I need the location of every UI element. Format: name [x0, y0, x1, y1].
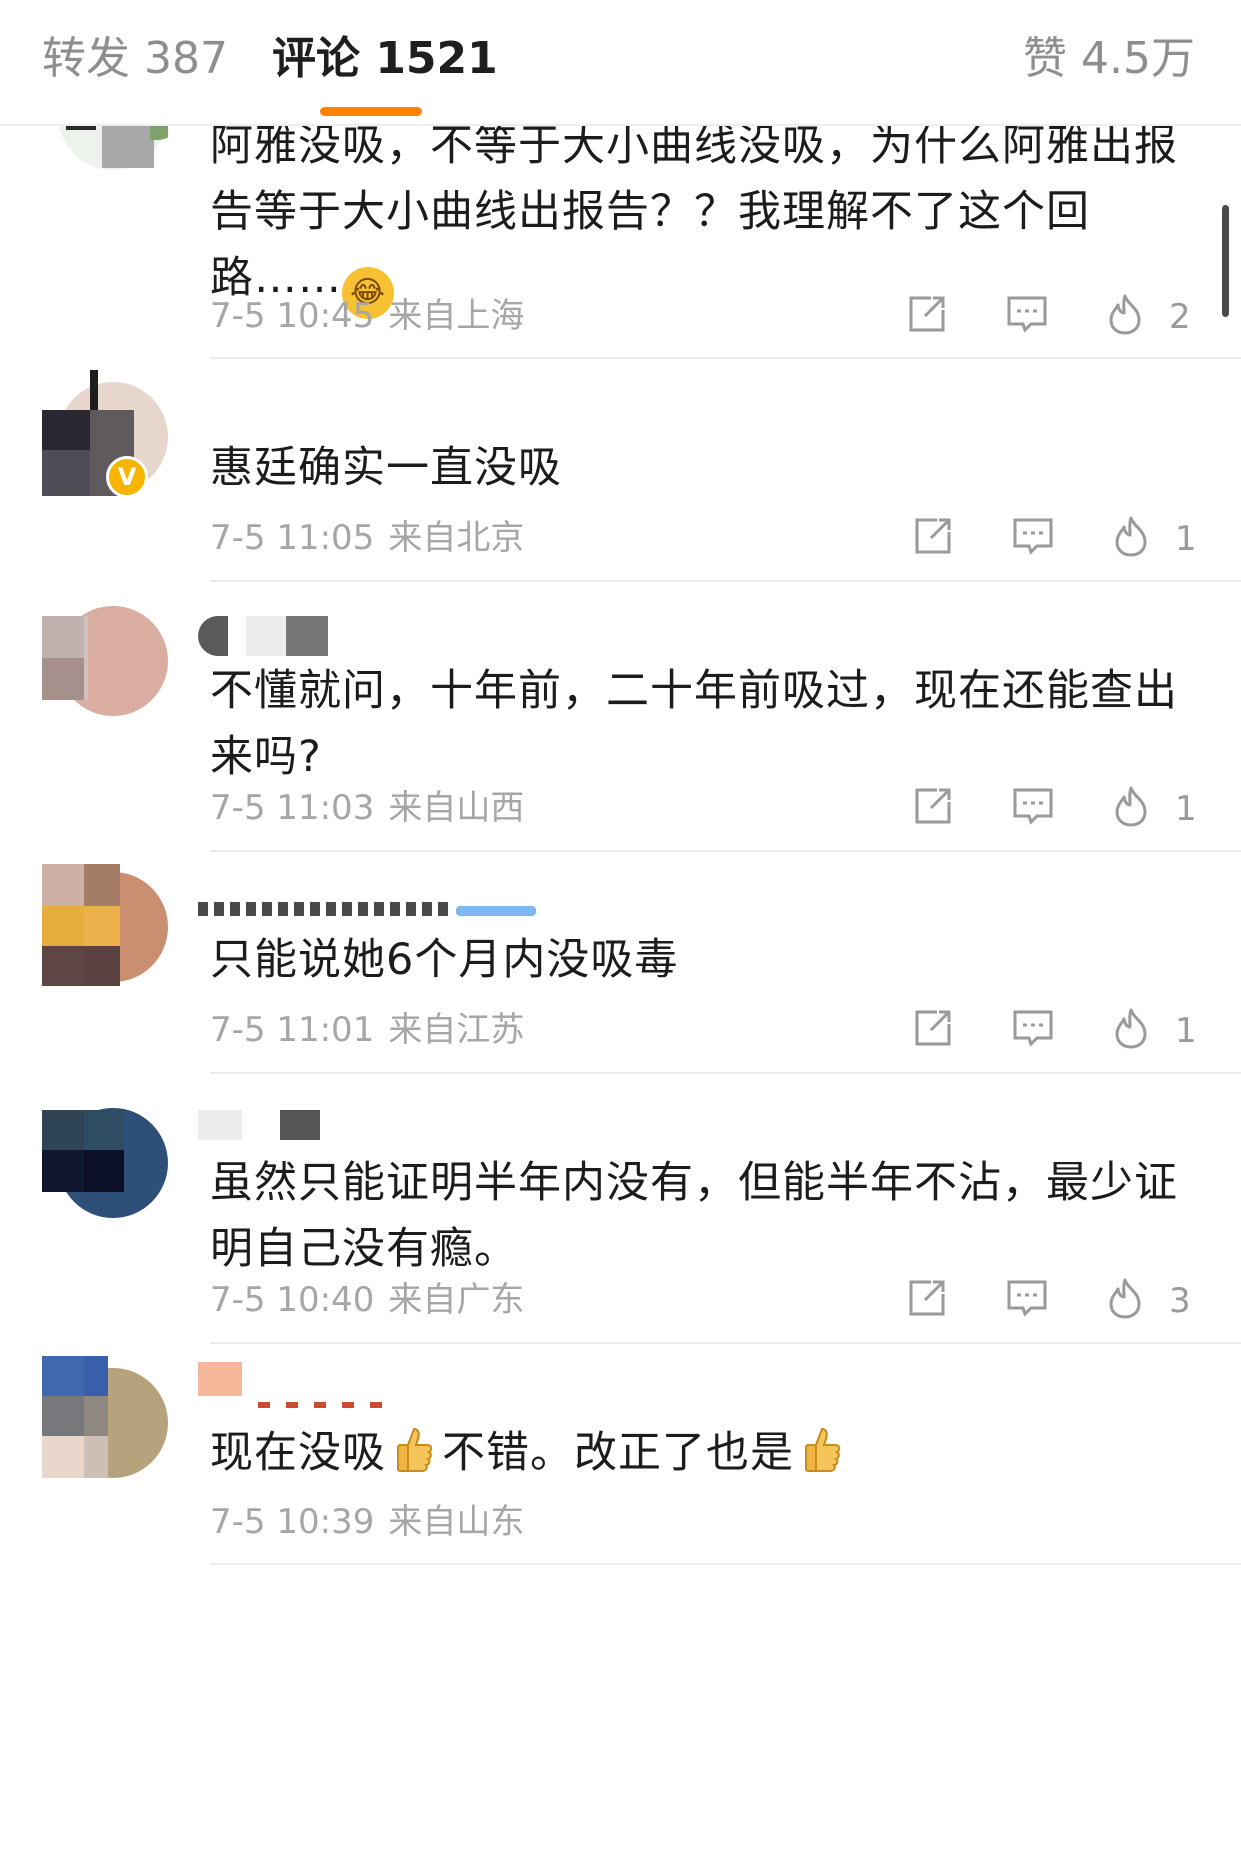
comment-time: 7-5 10:45 [210, 296, 375, 336]
comment-divider [210, 1342, 1241, 1344]
reply-icon[interactable] [1011, 784, 1055, 834]
tab-likes[interactable]: 赞 4.5万 [1023, 28, 1195, 90]
comment-divider [210, 1563, 1241, 1565]
verified-badge-icon: V [106, 456, 148, 498]
comment-time: 7-5 10:40 [210, 1280, 375, 1320]
comment-meta: 7-5 11:01 来自江苏 [210, 1008, 524, 1052]
avatar[interactable] [42, 370, 168, 496]
comment-meta: 7-5 11:03 来自山西 [210, 786, 524, 830]
comment-divider [210, 357, 1241, 359]
username-redacted[interactable] [198, 1110, 328, 1150]
like-count: 1 [1175, 1011, 1197, 1051]
comment-location: 来自江苏 [388, 1010, 525, 1050]
flame-icon[interactable] [1111, 1006, 1151, 1056]
like-count: 3 [1169, 1281, 1191, 1321]
share-icon[interactable] [905, 1276, 949, 1326]
comment-location: 来自山东 [388, 1502, 525, 1542]
reply-icon[interactable] [1005, 292, 1049, 342]
share-icon[interactable] [911, 784, 955, 834]
comment-time: 7-5 10:39 [210, 1502, 375, 1542]
comment-divider [210, 850, 1241, 852]
like-count: 1 [1175, 519, 1197, 559]
comment-divider [210, 1072, 1241, 1074]
comment-location: 来自广东 [388, 1280, 525, 1320]
share-icon[interactable] [905, 292, 949, 342]
username-cropped[interactable] [198, 902, 538, 916]
comment-actions: 1 [911, 514, 1211, 564]
tab-comments[interactable]: 评论 1521 [272, 28, 498, 90]
comment-text: 阿雅没吸，不等于大小曲线没吸，为什么阿雅出报告等于大小曲线出报告？？我理解不了这… [210, 113, 1190, 319]
comment-text: 现在没吸 不错。改正了也是 [210, 1420, 1190, 1486]
comment-tabs: 转发 387 评论 1521 赞 4.5万 [0, 0, 1241, 126]
flame-icon[interactable] [1111, 784, 1151, 834]
avatar[interactable] [42, 606, 168, 732]
flame-icon[interactable] [1111, 514, 1151, 564]
thumbs-up-emoji-icon [397, 1427, 433, 1472]
flame-icon[interactable] [1105, 1276, 1145, 1326]
comment-text: 惠廷确实一直没吸 [210, 443, 562, 493]
comment-actions: 2 [905, 292, 1205, 342]
comment-actions: 1 [911, 784, 1211, 834]
username-redacted[interactable] [198, 1362, 398, 1408]
comment-location: 来自北京 [388, 518, 525, 558]
username-redacted[interactable] [198, 616, 338, 656]
comment-meta: 7-5 10:39 来自山东 [210, 1500, 524, 1544]
flame-icon[interactable] [1105, 292, 1145, 342]
comment-meta: 7-5 10:40 来自广东 [210, 1278, 524, 1322]
comment-time: 7-5 11:03 [210, 788, 375, 828]
thumbs-up-emoji-icon [805, 1427, 841, 1472]
comment-actions: 1 [911, 1006, 1211, 1056]
avatar[interactable] [42, 1356, 168, 1482]
comment-divider [210, 580, 1241, 582]
reply-icon[interactable] [1005, 1276, 1049, 1326]
like-count: 2 [1169, 297, 1191, 337]
comment-time: 7-5 11:05 [210, 518, 375, 558]
comment-text: 只能说她6个月内没吸毒 [210, 935, 679, 985]
comment-meta: 7-5 11:05 来自北京 [210, 516, 524, 560]
comment-actions: 3 [905, 1276, 1205, 1326]
reply-icon[interactable] [1011, 514, 1055, 564]
comment-location: 来自山西 [388, 788, 525, 828]
share-icon[interactable] [911, 514, 955, 564]
comment-text: 虽然只能证明半年内没有，但能半年不沾，最少证明自己没有瘾。 [210, 1158, 1178, 1274]
comment-text: 不懂就问，十年前，二十年前吸过，现在还能查出来吗? [210, 666, 1178, 782]
tab-reposts[interactable]: 转发 387 [42, 28, 228, 90]
comment-location: 来自上海 [388, 296, 525, 336]
avatar[interactable] [42, 1108, 168, 1234]
avatar[interactable] [42, 864, 168, 990]
active-tab-indicator [320, 107, 422, 116]
reply-icon[interactable] [1011, 1006, 1055, 1056]
scrollbar[interactable] [1222, 205, 1229, 317]
comment-meta: 7-5 10:45 来自上海 [210, 294, 524, 338]
like-count: 1 [1175, 789, 1197, 829]
share-icon[interactable] [911, 1006, 955, 1056]
comment-time: 7-5 11:01 [210, 1010, 375, 1050]
